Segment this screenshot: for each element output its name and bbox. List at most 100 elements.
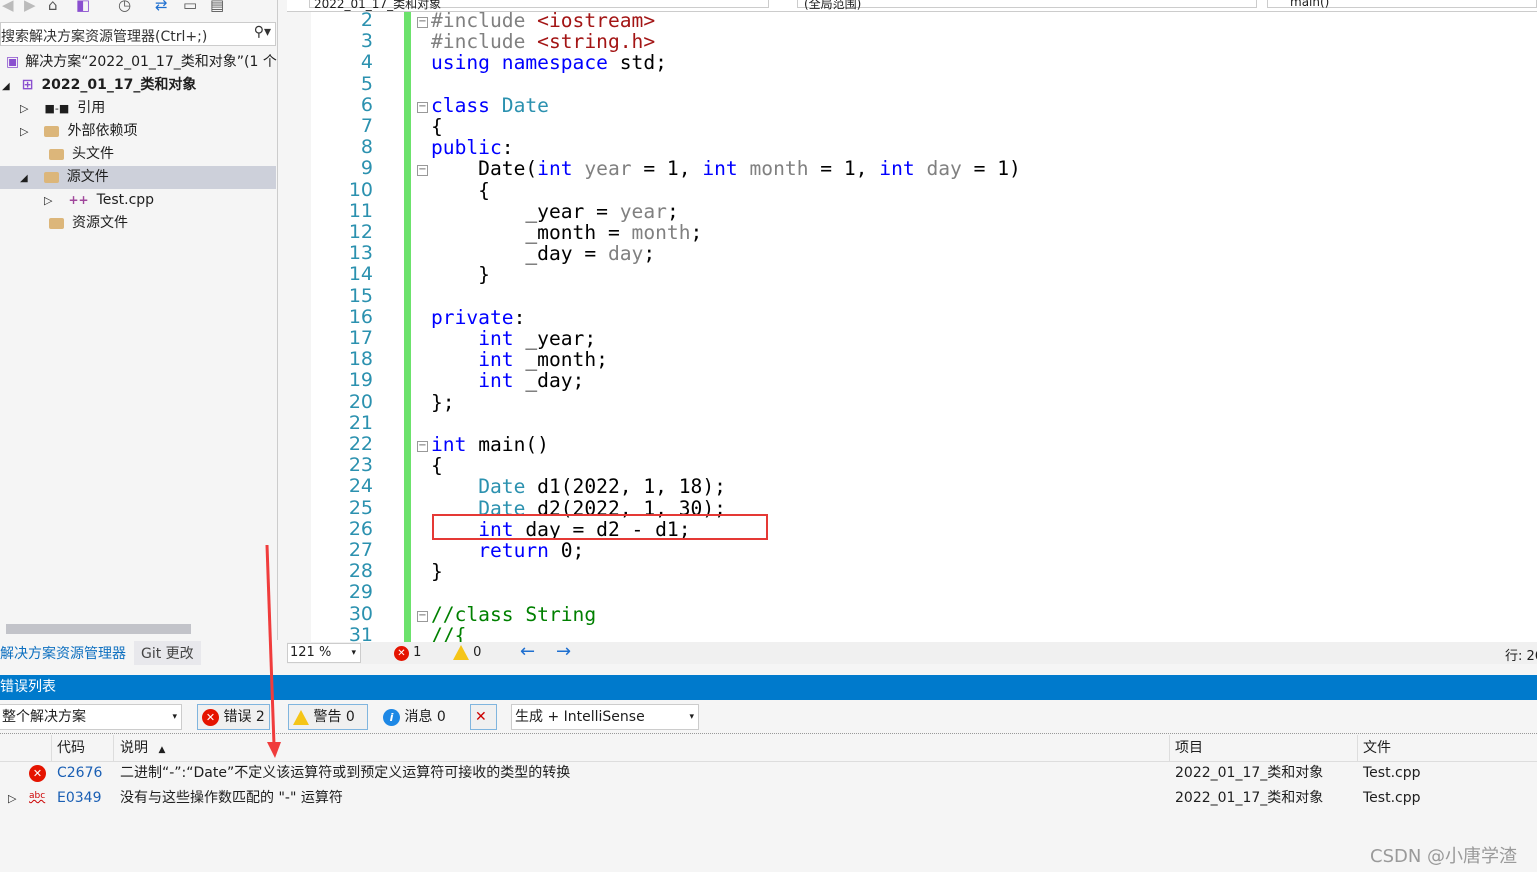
error-row[interactable]: ✕ C2676 二进制“-”:“Date”不定义该运算符或到预定义运算符可接收的… [0, 761, 1537, 786]
code-token: = 1) [961, 157, 1021, 181]
sync-icon[interactable]: ⇄ [155, 0, 168, 14]
warnings-filter-button[interactable]: 警告 0 [288, 704, 368, 730]
code-token: = 1, [631, 157, 703, 181]
sidebar-tabs: 解决方案资源管理器 Git 更改 [0, 641, 278, 665]
code-token: _month; [525, 348, 608, 372]
editor-status-bar: 121 %▾ ✕ 1 0 ← → 行: 26 [287, 641, 1537, 664]
error-code-link[interactable]: E0349 [57, 786, 101, 811]
code-editor[interactable]: 2− #include <iostream> 3 #include <string.h… [287, 12, 1537, 642]
tree-project[interactable]: ◢ ⊞ 2022_01_17_类和对象 [0, 74, 276, 97]
solution-label: 解决方案“2022_01_17_类和对象”(1 个 [25, 54, 277, 70]
error-file: Test.cpp [1363, 790, 1421, 806]
solution-explorer: ◀ ▶ ⌂ ◧ ◷ ⇄ ▭ ▤ 搜索解决方案资源管理器(Ctrl+;) ⚲▾ ▣… [0, 0, 278, 640]
code-token: <string.h> [537, 30, 656, 54]
project-label: 2022_01_17_类和对象 [41, 77, 197, 93]
line-number: 20 [348, 390, 373, 413]
code-line: } [431, 560, 443, 583]
error-code-link[interactable]: C2676 [57, 761, 102, 786]
code-token: class [431, 93, 502, 117]
properties-icon[interactable]: ▤ [210, 0, 224, 14]
line-number: 12 [348, 221, 373, 243]
horizontal-scrollbar[interactable] [6, 624, 191, 634]
fold-toggle-icon[interactable]: − [417, 101, 428, 113]
warning-count[interactable]: 0 [453, 645, 481, 660]
collapse-icon[interactable]: ▭ [183, 0, 197, 14]
code-token: _year; [525, 327, 597, 350]
code-token: _day = [431, 242, 608, 266]
search-input[interactable]: 搜索解决方案资源管理器(Ctrl+;) ⚲▾ [0, 22, 276, 46]
clear-filter-button[interactable]: ✕ [470, 704, 497, 730]
fold-toggle-icon[interactable]: − [417, 165, 428, 177]
code-token: int [478, 369, 526, 393]
intellisense-error-icon: abc [29, 791, 46, 801]
messages-filter-button[interactable]: i 消息 0 [378, 704, 458, 730]
source-dropdown[interactable]: 生成 + IntelliSense ▾ [511, 704, 699, 730]
line-number: 23 [348, 454, 373, 477]
vs-icon[interactable]: ◧ [76, 0, 90, 14]
code-line: int _day; [431, 369, 584, 392]
code-token: int [431, 433, 479, 456]
back-icon[interactable]: ◀ [2, 0, 14, 14]
folder-icon [44, 125, 60, 137]
code-line: _month = month; [431, 221, 702, 244]
item-label: 源文件 [66, 169, 109, 185]
column-header-project[interactable]: 项目 [1170, 735, 1358, 761]
solution-icon: ▣ [6, 54, 20, 70]
tree-solution[interactable]: ▣ 解决方案“2022_01_17_类和对象”(1 个 [0, 51, 277, 74]
fold-toggle-icon[interactable]: − [417, 17, 428, 28]
nav-back-icon[interactable]: ← [520, 641, 535, 662]
column-header-file[interactable]: 文件 [1358, 735, 1537, 761]
scope-dropdown[interactable]: (全局范围) [797, 0, 1257, 11]
fold-toggle-icon[interactable]: − [417, 441, 428, 452]
scope-dropdown[interactable]: 整个解决方案 ▾ [0, 704, 182, 730]
error-icon: ✕ [202, 709, 219, 726]
home-icon[interactable]: ⌂ [48, 0, 58, 14]
tab-solution-explorer[interactable]: 解决方案资源管理器 [0, 643, 126, 663]
source-value: 生成 + IntelliSense [515, 709, 645, 725]
history-icon[interactable]: ◷ [118, 0, 131, 14]
search-icon[interactable]: ⚲▾ [254, 24, 271, 40]
nav-forward-icon[interactable]: → [556, 641, 571, 662]
code-token: month [749, 157, 809, 181]
code-token: ; [643, 242, 656, 266]
code-token: #include [431, 30, 538, 54]
code-token: day [607, 242, 644, 266]
forward-icon[interactable]: ▶ [24, 0, 36, 14]
error-description: 没有与这些操作数匹配的 "-" 运算符 [120, 790, 343, 806]
project-dropdown[interactable]: 2022_01_17_类和对象 [309, 0, 769, 11]
tab-git-changes[interactable]: Git 更改 [134, 641, 201, 665]
code-token: }; [431, 390, 455, 414]
fold-toggle-icon[interactable]: − [417, 610, 428, 622]
tree-item-external-deps[interactable]: ▷ 外部依赖项 [0, 120, 276, 143]
expand-icon[interactable]: ▷ [8, 786, 16, 811]
member-dropdown[interactable]: main() [1267, 0, 1537, 9]
errors-filter-button[interactable]: ✕ 错误 2 [197, 704, 270, 730]
line-number: 4 [360, 51, 373, 74]
code-token: { [431, 454, 443, 478]
line-number: 21 [348, 411, 373, 434]
code-line: #include <string.h> [431, 30, 655, 53]
collapsed-icon: ▷ [20, 102, 29, 115]
line-number: 9 [360, 157, 373, 180]
line-number: 22 [348, 433, 373, 455]
error-count-value: 1 [413, 645, 422, 660]
error-count[interactable]: ✕ 1 [394, 645, 421, 661]
code-line: _year = year; [431, 199, 678, 223]
tree-item-test-cpp[interactable]: ▷ ++ Test.cpp [0, 189, 276, 212]
code-token: int [478, 348, 526, 372]
zoom-value: 121 % [290, 645, 332, 660]
column-header-icon[interactable] [0, 735, 52, 761]
item-label: 引用 [77, 100, 106, 116]
tree-item-headers[interactable]: 头文件 [0, 143, 276, 166]
error-row[interactable]: ▷ abc E0349 没有与这些操作数匹配的 "-" 运算符 2022_01_… [0, 786, 1537, 811]
zoom-dropdown[interactable]: 121 % ▾ [287, 643, 361, 663]
column-header-description[interactable]: 说明 ▲ [114, 735, 1170, 761]
error-project: 2022_01_17_类和对象 [1175, 790, 1324, 806]
tree-item-references[interactable]: ▷ ■-■ 引用 [0, 97, 276, 120]
code-token: _year = [431, 199, 620, 223]
column-header-code[interactable]: 代码 [52, 735, 114, 761]
tree-item-sources[interactable]: ◢ 源文件 [0, 166, 276, 189]
code-token: int [537, 157, 585, 181]
tree-item-resources[interactable]: 资源文件 [0, 212, 276, 235]
